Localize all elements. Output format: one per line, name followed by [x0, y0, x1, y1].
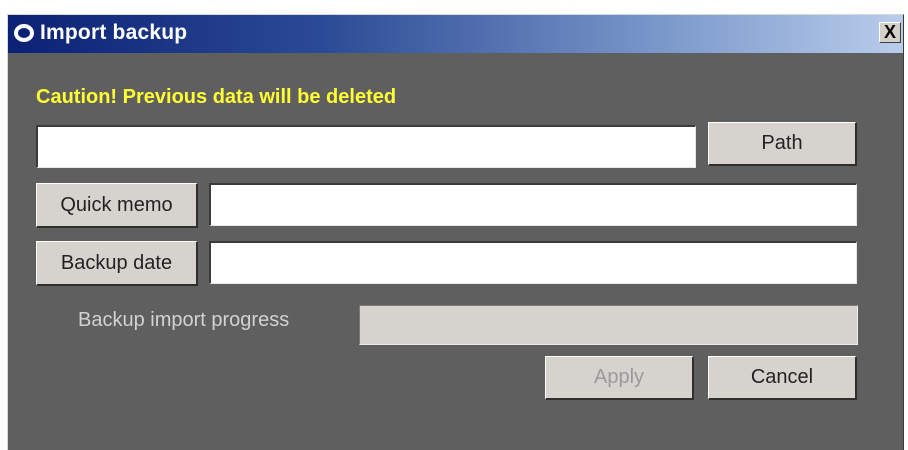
quick-memo-input[interactable]	[209, 183, 857, 226]
app-logo-icon	[14, 24, 34, 42]
close-icon: X	[884, 22, 897, 42]
progress-label: Backup import progress	[78, 309, 290, 331]
path-input[interactable]	[36, 125, 696, 168]
apply-button[interactable]: Apply	[545, 356, 694, 400]
caution-message: Caution! Previous data will be deleted	[36, 86, 397, 108]
window-title: Import backup	[40, 21, 188, 44]
backup-date-input[interactable]	[209, 241, 857, 284]
quick-memo-label: Quick memo	[36, 183, 198, 228]
backup-date-label: Backup date	[36, 241, 198, 286]
title-bar[interactable]: Import backup X	[8, 15, 903, 53]
path-button[interactable]: Path	[708, 122, 857, 166]
close-button[interactable]: X	[879, 22, 901, 43]
backup-import-progress-bar	[359, 305, 858, 345]
cancel-button[interactable]: Cancel	[708, 356, 857, 400]
import-backup-dialog: Import backup X Caution! Previous data w…	[7, 14, 904, 450]
